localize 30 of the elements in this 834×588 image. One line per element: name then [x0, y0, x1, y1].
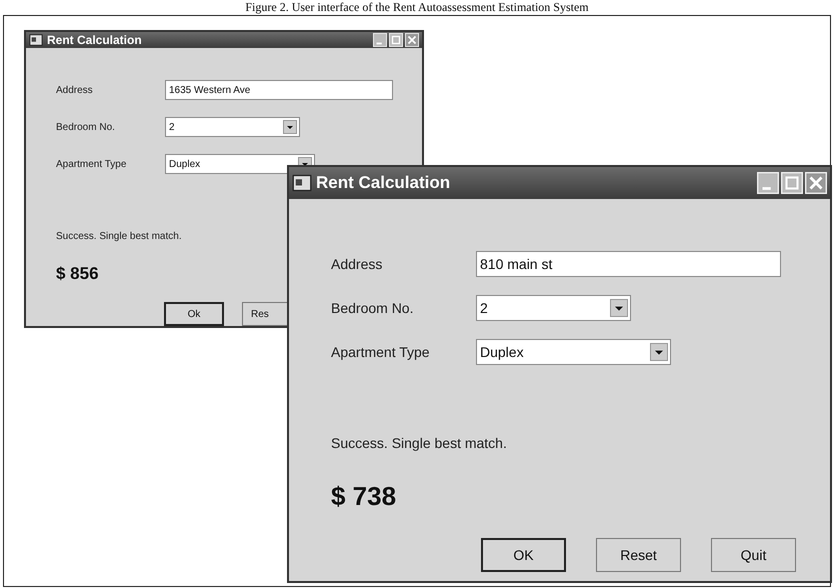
dropdown-field[interactable]: 2 — [476, 295, 631, 321]
window-title: Rent Calculation — [47, 33, 143, 47]
app-icon — [29, 33, 43, 47]
minimize-icon[interactable] — [373, 33, 387, 47]
field-label: Address — [56, 84, 94, 96]
window-title: Rent Calculation — [316, 173, 452, 193]
maximize-icon[interactable] — [389, 33, 403, 47]
address-field[interactable]: 1635 Western Ave — [165, 80, 393, 100]
field-label: Apartment Type — [56, 158, 128, 170]
status-message: Success. Single best match. — [56, 231, 183, 242]
dropdown-field[interactable]: Duplex — [165, 154, 315, 174]
field-label: Bedroom No. — [56, 122, 116, 132]
field-label: Apartment Type — [331, 344, 431, 360]
dialog-button[interactable]: Quit — [711, 538, 796, 572]
field-label: Bedroom No. — [331, 300, 414, 316]
close-icon[interactable] — [405, 33, 419, 47]
field-label: Address — [331, 256, 384, 272]
dropdown-field[interactable]: Duplex — [476, 339, 671, 365]
app-icon — [292, 173, 312, 193]
rent-amount: $ 738 — [331, 481, 398, 512]
dialog-button[interactable]: Ok — [164, 302, 224, 326]
dialog-button[interactable]: OK — [481, 538, 566, 572]
minimize-icon[interactable] — [757, 172, 779, 194]
maximize-icon[interactable] — [781, 172, 803, 194]
status-message: Success. Single best match. — [331, 435, 508, 451]
close-icon[interactable] — [805, 172, 827, 194]
figure-caption: Figure 2. User interface of the Rent Autoassessment Estimation System — [244, 0, 590, 15]
dropdown-field[interactable]: 2 — [165, 117, 300, 137]
address-field[interactable]: 810 main st — [476, 251, 781, 277]
dialog-button[interactable]: Reset — [596, 538, 681, 572]
